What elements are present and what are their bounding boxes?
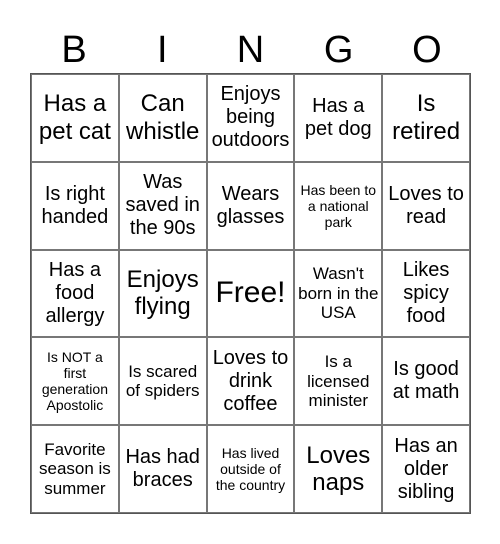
bingo-cell[interactable]: Is a licensed minister xyxy=(294,337,383,426)
bingo-cell[interactable]: Wears glasses xyxy=(206,161,295,250)
bingo-cell[interactable]: Can whistle xyxy=(118,74,207,162)
bingo-header: B I N G O xyxy=(30,28,471,73)
header-letter-o: O xyxy=(412,29,442,71)
bingo-cell[interactable]: Has a food allergy xyxy=(31,249,119,338)
bingo-cell[interactable]: Has lived outside of the country xyxy=(206,425,295,513)
header-letter-n: N xyxy=(236,29,265,71)
bingo-cell[interactable]: Is NOT a first generation Apostolic xyxy=(31,337,119,426)
bingo-cell[interactable]: Is retired xyxy=(382,74,470,162)
bingo-cell[interactable]: Has a pet dog xyxy=(294,74,383,162)
header-letter-i: I xyxy=(157,29,168,71)
bingo-cell[interactable]: Favorite season is summer xyxy=(31,425,119,513)
bingo-cell[interactable]: Is scared of spiders xyxy=(118,337,207,426)
bingo-cell[interactable]: Enjoys flying xyxy=(118,249,207,338)
bingo-cell[interactable]: Loves naps xyxy=(294,425,383,513)
header-letter-g: G xyxy=(323,29,354,71)
bingo-cell[interactable]: Has an older sibling xyxy=(382,425,470,513)
bingo-cell[interactable]: Has been to a national park xyxy=(294,161,383,250)
bingo-cell[interactable]: Is right handed xyxy=(31,161,119,250)
bingo-cell[interactable]: Likes spicy food xyxy=(382,249,470,338)
bingo-cell[interactable]: Loves to read xyxy=(382,161,470,250)
bingo-cell[interactable]: Has had braces xyxy=(118,425,207,513)
bingo-cell[interactable]: Wasn't born in the USA xyxy=(294,249,383,338)
free-space[interactable]: Free! xyxy=(206,249,295,338)
bingo-cell[interactable]: Loves to drink coffee xyxy=(206,337,295,426)
bingo-cell[interactable]: Was saved in the 90s xyxy=(118,161,207,250)
bingo-cell[interactable]: Is good at math xyxy=(382,337,470,426)
bingo-cell[interactable]: Has a pet cat xyxy=(31,74,119,162)
header-letter-b: B xyxy=(61,29,87,71)
bingo-cell[interactable]: Enjoys being outdoors xyxy=(206,74,295,162)
bingo-grid: Has a pet cat Can whistle Enjoys being o… xyxy=(30,73,471,514)
